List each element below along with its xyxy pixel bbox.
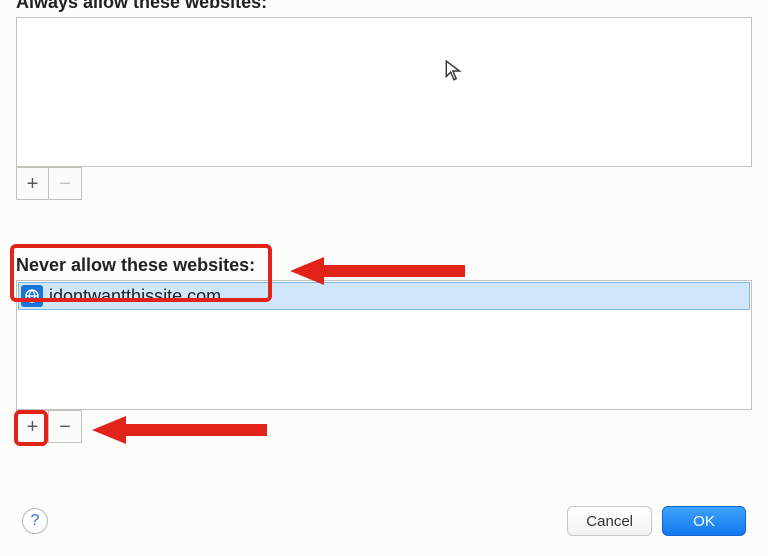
always-add-remove-row: + − [16, 167, 752, 200]
always-remove-button[interactable]: − [49, 167, 82, 200]
never-allow-listbox[interactable]: idontwantthissite.com [16, 280, 752, 410]
always-allow-label: Always allow these websites: [0, 0, 768, 17]
never-allow-label: Never allow these websites: [0, 255, 768, 280]
always-add-button[interactable]: + [16, 167, 49, 200]
help-icon: ? [31, 512, 40, 530]
always-allow-listbox[interactable] [16, 17, 752, 167]
globe-icon [21, 285, 43, 307]
never-remove-button[interactable]: − [49, 410, 82, 443]
site-entry-text: idontwantthissite.com [49, 286, 221, 307]
minus-icon: − [59, 417, 71, 437]
minus-icon: − [59, 174, 71, 194]
plus-icon: + [27, 417, 39, 437]
help-button[interactable]: ? [22, 508, 48, 534]
never-add-button[interactable]: + [16, 410, 49, 443]
footer-button-row: Cancel OK [557, 506, 746, 536]
cancel-button[interactable]: Cancel [567, 506, 652, 536]
dialog-footer: ? Cancel OK [0, 506, 768, 536]
list-item[interactable]: idontwantthissite.com [18, 282, 750, 310]
never-add-remove-row: + − [16, 410, 752, 443]
plus-icon: + [27, 174, 39, 194]
ok-button[interactable]: OK [662, 506, 746, 536]
